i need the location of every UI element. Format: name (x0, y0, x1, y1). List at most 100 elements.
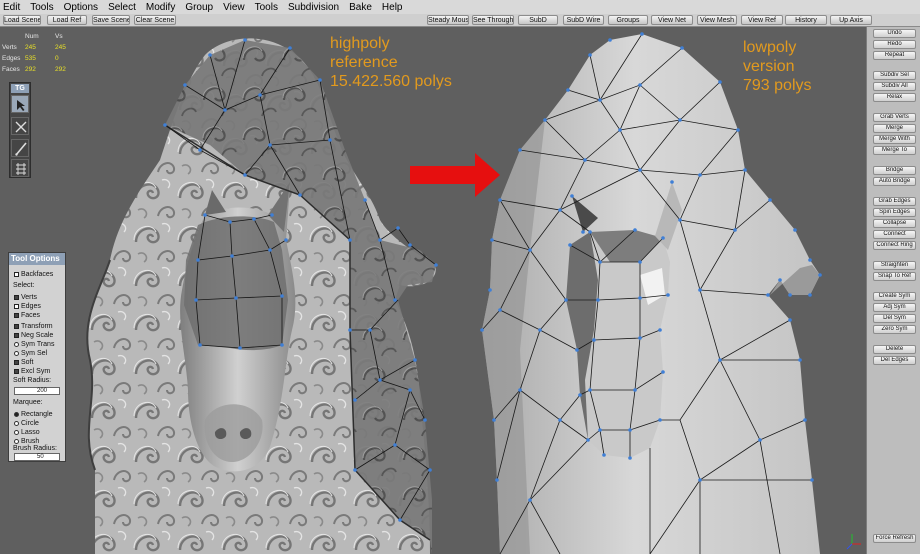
marquee-circle-radio[interactable]: Circle (14, 420, 39, 427)
menu-bake[interactable]: Bake (344, 2, 377, 13)
repeat-button[interactable]: Repeat (873, 51, 916, 60)
menu-select[interactable]: Select (103, 2, 141, 13)
transform-checkbox[interactable]: Transform (14, 323, 53, 330)
tool-options-panel: Tool Options Backfaces Select: Verts Edg… (8, 252, 66, 462)
zero-sym-button[interactable]: Zero Sym (873, 325, 916, 334)
history-button[interactable]: History (785, 15, 827, 25)
merge-to-button[interactable]: Merge To (873, 146, 916, 155)
redo-button[interactable]: Redo (873, 40, 916, 49)
brush-radius-field[interactable]: 50 (14, 453, 60, 461)
merge-button[interactable]: Merge (873, 124, 916, 133)
sym-trans-radio[interactable]: Sym Trans (14, 341, 54, 348)
menu-file[interactable]: Edit (0, 2, 25, 13)
del-sym-button[interactable]: Del Sym (873, 314, 916, 323)
menu-help[interactable]: Help (377, 2, 408, 13)
sym-sel-radio[interactable]: Sym Sel (14, 350, 47, 357)
marquee-rectangle-radio[interactable]: Rectangle (14, 411, 53, 418)
auto-bridge-button[interactable]: Auto Bridge (873, 177, 916, 186)
excl-sym-checkbox[interactable]: Excl Sym (14, 368, 50, 375)
load-ref-button[interactable]: Load Ref (47, 15, 87, 25)
menu-group[interactable]: Group (180, 2, 218, 13)
steady-mouse-button[interactable]: Steady Mouse (427, 15, 469, 25)
red-arrow (410, 153, 500, 197)
connect-button[interactable]: Connect (873, 230, 916, 239)
soft-radius-field[interactable]: 200 (14, 387, 60, 395)
marquee-lasso-label: Lasso (21, 429, 40, 436)
see-through-button[interactable]: See Through (472, 15, 514, 25)
menu-view[interactable]: View (218, 2, 250, 13)
marquee-brush-dot[interactable] (14, 439, 19, 444)
merge-with-button[interactable]: Merge With (873, 135, 916, 144)
view-net-button[interactable]: View Net (651, 15, 693, 25)
force-refresh-button[interactable]: Force Refresh (873, 534, 916, 543)
grab-verts-button[interactable]: Grab Verts (873, 113, 916, 122)
marquee-circle-dot[interactable] (14, 421, 19, 426)
del-edges-button[interactable]: Del Edges (873, 356, 916, 365)
menu-bar: Edit Tools Options Select Modify Group V… (0, 0, 920, 14)
brush-radius-label: Brush Radius: (13, 445, 57, 452)
subdiv-sel-button[interactable]: Subdiv Sel (873, 71, 916, 80)
clear-scene-button[interactable]: Clear Scene (134, 15, 176, 25)
backfaces-checkbox[interactable]: Backfaces (14, 271, 53, 278)
save-scene-button[interactable]: Save Scene (92, 15, 130, 25)
sym-trans-radio-dot[interactable] (14, 342, 19, 347)
delete-button[interactable]: Delete (873, 345, 916, 354)
command-panel: Undo Redo Repeat Subdiv Sel Subdiv All R… (866, 27, 920, 554)
connect-ring-button[interactable]: Connect Ring (873, 241, 916, 250)
select-edges-checkbox[interactable]: Edges (14, 303, 41, 310)
stats-verts-num: 245 (25, 44, 36, 51)
spin-edges-button[interactable]: Spin Edges (873, 208, 916, 217)
marquee-brush-label: Brush (21, 438, 40, 445)
knife-tool[interactable] (11, 139, 29, 157)
create-sym-button[interactable]: Create Sym (873, 292, 916, 301)
grab-edges-button[interactable]: Grab Edges (873, 197, 916, 206)
mesh-stats: Num Vs Verts 245 245 Edges 535 0 Faces 2… (2, 31, 75, 75)
select-arrow-icon (17, 100, 25, 111)
subdiv-all-button[interactable]: Subdiv All (873, 82, 916, 91)
grid-snap-tool[interactable] (11, 159, 29, 177)
load-scene-button[interactable]: Load Scene (3, 15, 41, 25)
undo-button[interactable]: Undo (873, 29, 916, 38)
snap-to-ref-button[interactable]: Snap To Ref (873, 272, 916, 281)
view-mesh-button[interactable]: View Mesh (697, 15, 737, 25)
select-faces-checkbox[interactable]: Faces (14, 312, 40, 319)
groups-button[interactable]: Groups (608, 15, 648, 25)
select-edges-box[interactable] (14, 304, 19, 309)
neg-scale-box[interactable] (14, 333, 19, 338)
collapse-button[interactable]: Collapse (873, 219, 916, 228)
sym-sel-radio-dot[interactable] (14, 351, 19, 356)
subd-wire-button[interactable]: SubD Wire (563, 15, 604, 25)
up-axis-button[interactable]: Up Axis (830, 15, 872, 25)
marquee-section-label: Marquee: (13, 399, 43, 406)
soft-label: Soft (21, 359, 34, 366)
marquee-brush-radio[interactable]: Brush (14, 438, 39, 445)
subd-button[interactable]: SubD (518, 15, 558, 25)
excl-sym-box[interactable] (14, 369, 19, 374)
relax-button[interactable]: Relax (873, 93, 916, 102)
neg-scale-checkbox[interactable]: Neg Scale (14, 332, 53, 339)
select-arrow-tool[interactable] (11, 95, 29, 113)
marquee-lasso-dot[interactable] (14, 430, 19, 435)
menu-tools[interactable]: Tools (25, 2, 58, 13)
viewport-canvas (86, 32, 861, 554)
menu-tools-2[interactable]: Tools (250, 2, 283, 13)
select-verts-checkbox[interactable]: Verts (14, 294, 37, 301)
bridge-button[interactable]: Bridge (873, 166, 916, 175)
transform-box[interactable] (14, 324, 19, 329)
stats-edges-vs: 0 (55, 55, 59, 62)
adj-sym-button[interactable]: Adj Sym (873, 303, 916, 312)
menu-options[interactable]: Options (59, 2, 103, 13)
menu-subdivision[interactable]: Subdivision (283, 2, 344, 13)
marquee-rectangle-dot[interactable] (14, 412, 19, 417)
select-verts-box[interactable] (14, 295, 19, 300)
marquee-lasso-radio[interactable]: Lasso (14, 429, 40, 436)
menu-modify[interactable]: Modify (141, 2, 180, 13)
soft-box[interactable] (14, 360, 19, 365)
view-ref-button[interactable]: View Ref (741, 15, 783, 25)
cut-tool[interactable] (11, 117, 29, 135)
straighten-button[interactable]: Straighten (873, 261, 916, 270)
3d-viewport[interactable] (0, 27, 866, 554)
soft-checkbox[interactable]: Soft (14, 359, 33, 366)
select-faces-box[interactable] (14, 313, 19, 318)
backfaces-checkbox-box[interactable] (14, 272, 19, 277)
